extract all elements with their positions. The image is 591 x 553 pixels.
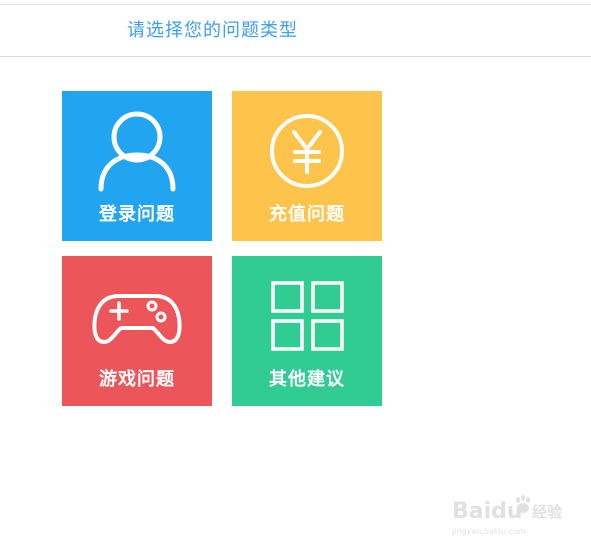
login-issue-tile[interactable]: 登录问题	[62, 91, 212, 241]
paw-icon	[516, 495, 530, 513]
recharge-issue-tile[interactable]: 充值问题	[232, 91, 382, 241]
watermark-brand: Baidu	[452, 499, 523, 524]
header-bar: 请选择您的问题类型	[0, 5, 591, 57]
other-suggestions-label: 其他建议	[269, 369, 345, 390]
page-title: 请选择您的问题类型	[127, 20, 298, 41]
baidu-jingyan-watermark: Baidu 经验 jingyan.baidu.com	[452, 491, 582, 541]
other-suggestions-tile[interactable]: 其他建议	[232, 256, 382, 406]
login-issue-label: 登录问题	[99, 204, 175, 225]
watermark-brand-cn: 经验	[532, 503, 563, 521]
game-issue-label: 游戏问题	[99, 369, 175, 390]
recharge-issue-label: 充值问题	[269, 204, 345, 225]
game-issue-tile[interactable]: 游戏问题	[62, 256, 212, 406]
watermark-url: jingyan.baidu.com	[452, 527, 526, 536]
